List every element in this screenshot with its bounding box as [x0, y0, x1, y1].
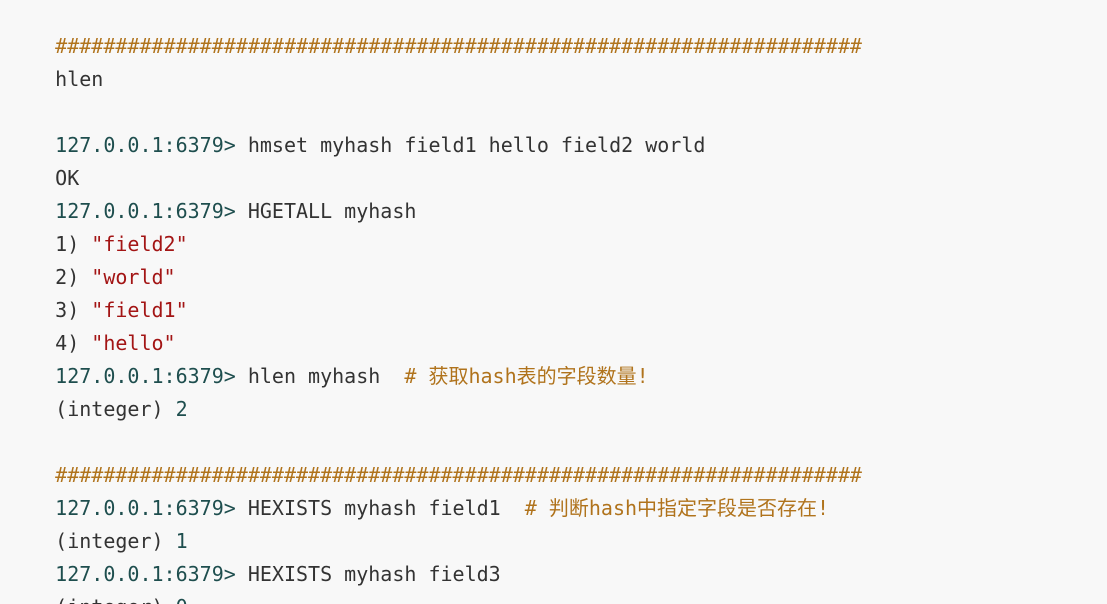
code-line: 127.0.0.1:6379> hlen myhash # 获取hash表的字段… — [7, 327, 649, 388]
code-line: 1) "field2" — [7, 195, 187, 256]
code-line: 127.0.0.1:6379> hmset myhash field1 hell… — [7, 96, 705, 157]
redis-command: hmset myhash field1 hello field2 world — [235, 133, 706, 157]
code-block: ########################################… — [0, 0, 1107, 604]
redis-command: HEXISTS myhash field1 — [235, 496, 525, 520]
code-line: 4) "hello" — [7, 294, 175, 355]
code-line: (integer) 2 — [7, 360, 187, 421]
command-output: (integer) — [55, 397, 176, 421]
code-line: 127.0.0.1:6379> HGETALL myhash — [7, 162, 416, 223]
redis-command: HGETALL myhash — [235, 199, 417, 223]
redis-prompt: 127.0.0.1:6379> — [55, 133, 236, 157]
code-line: (integer) 0 — [7, 558, 187, 604]
comment-separator: ########################################… — [55, 34, 862, 58]
code-line: ########################################… — [7, 0, 862, 58]
code-line: OK — [7, 129, 79, 190]
code-line: (integer) 1 — [7, 492, 187, 553]
code-text: hlen — [55, 67, 104, 91]
code-line: 127.0.0.1:6379> HEXISTS myhash field1 # … — [7, 459, 829, 520]
code-comment: # 判断hash中指定字段是否存在! — [524, 496, 830, 520]
command-output: (integer) — [55, 595, 175, 604]
code-line: 3) "field1" — [7, 261, 187, 322]
code-line: ########################################… — [7, 426, 862, 487]
redis-command: hlen myhash — [235, 364, 405, 388]
code-line: 127.0.0.1:6379> HEXISTS myhash field3 — [7, 525, 501, 586]
code-comment: # 获取hash表的字段数量! — [404, 364, 649, 388]
output-number: 2 — [175, 397, 188, 421]
output-number: 0 — [176, 595, 188, 604]
code-line: hlen — [7, 30, 103, 91]
redis-command: HEXISTS myhash field3 — [235, 562, 501, 586]
code-line: 2) "world" — [7, 228, 175, 289]
